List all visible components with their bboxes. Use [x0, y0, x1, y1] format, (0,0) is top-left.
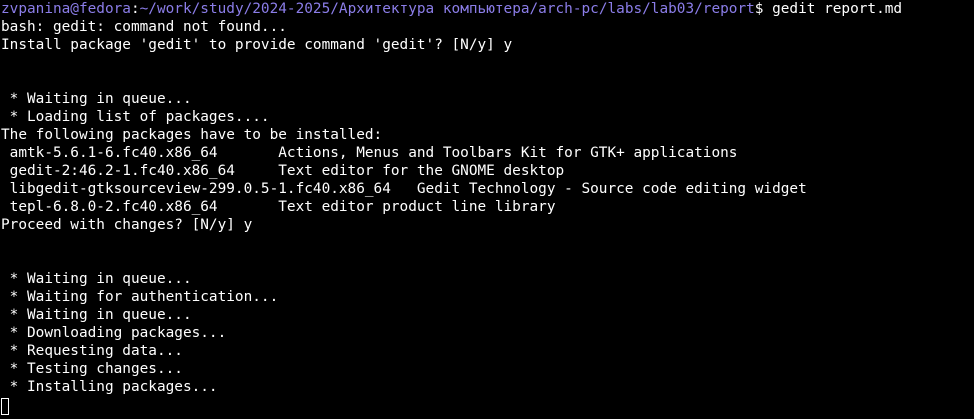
package-line: libgedit-gtksourceview-299.0.5-1.fc40.x8…	[1, 181, 807, 197]
output-line: bash: gedit: command not found...	[1, 19, 287, 35]
prompt-line: zvpanina@fedora:~/work/study/2024-2025/А…	[1, 0, 902, 18]
prompt-separator: :	[130, 1, 140, 17]
package-line: gedit-2:46.2-1.fc40.x86_64 Text editor f…	[1, 163, 565, 179]
status-line: * Waiting in queue...	[1, 271, 192, 287]
output-line: Install package 'gedit' to provide comma…	[1, 37, 513, 53]
prompt-user-host: zvpanina@fedora	[1, 1, 131, 17]
output-line: * Waiting in queue...	[1, 91, 192, 107]
status-line: * Testing changes...	[1, 361, 183, 377]
status-line: * Waiting for authentication...	[1, 289, 279, 305]
package-line: tepl-6.8.0-2.fc40.x86_64 Text editor pro…	[1, 199, 556, 215]
status-line: * Requesting data...	[1, 343, 183, 359]
prompt-path: ~/work/study/2024-2025/Архитектура компь…	[139, 1, 755, 17]
output-line: Proceed with changes? [N/y] y	[1, 217, 253, 233]
terminal-window[interactable]: zvpanina@fedora:~/work/study/2024-2025/А…	[0, 0, 974, 419]
status-line: * Installing packages...	[1, 379, 218, 395]
package-line: amtk-5.6.1-6.fc40.x86_64 Actions, Menus …	[1, 145, 738, 161]
terminal-cursor[interactable]	[1, 398, 9, 415]
output-line: * Loading list of packages....	[1, 109, 270, 125]
status-line: * Downloading packages...	[1, 325, 227, 341]
status-line: * Waiting in queue...	[1, 307, 192, 323]
prompt-command: $ gedit report.md	[754, 1, 903, 17]
output-line: The following packages have to be instal…	[1, 127, 383, 143]
